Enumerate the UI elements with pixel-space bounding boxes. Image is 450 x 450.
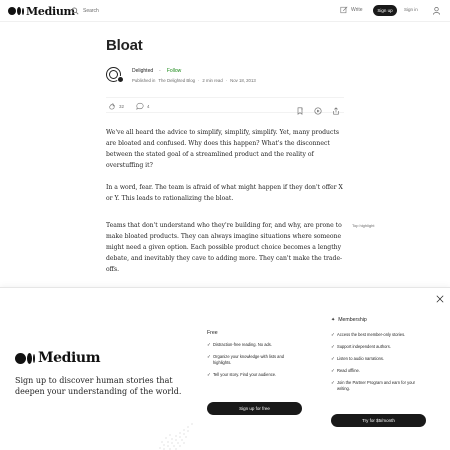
bookmark-icon xyxy=(297,107,303,115)
close-icon[interactable] xyxy=(436,295,444,303)
clap-button[interactable]: 32 xyxy=(108,102,124,110)
membership-plan: ✦ Membership ✓ Access the best member-onl… xyxy=(331,317,427,392)
star-icon: ✦ xyxy=(331,317,336,323)
author-name[interactable]: Delighted xyxy=(132,68,153,74)
share-icon xyxy=(333,107,339,115)
top-nav: Medium Write Sign up Sign in xyxy=(0,0,450,22)
membership-feature: ✓ Listen to audio narrations. xyxy=(331,356,385,361)
article-actions-bar: 32 4 xyxy=(106,97,344,115)
signin-link[interactable]: Sign in xyxy=(404,7,418,12)
signup-free-button[interactable]: Sign up for free xyxy=(207,402,302,415)
search-input[interactable] xyxy=(83,7,163,14)
signup-button[interactable]: Sign up xyxy=(373,5,397,16)
decorative-dots xyxy=(159,423,193,450)
membership-plan-title: Membership xyxy=(338,317,367,323)
listen-button[interactable] xyxy=(314,102,322,120)
search-box[interactable] xyxy=(68,3,168,18)
free-feature: ✓ Organize your knowledge with lists and … xyxy=(207,354,284,365)
free-plan-title: Free xyxy=(207,330,218,336)
user-icon[interactable] xyxy=(432,6,441,15)
medium-logo-mark xyxy=(8,7,24,15)
membership-button[interactable]: Try for $5/month xyxy=(331,414,426,427)
author-line: Delighted · Follow xyxy=(132,68,182,74)
write-icon xyxy=(340,6,348,14)
search-icon xyxy=(71,7,79,14)
top-highlight-label: Top highlight xyxy=(352,223,375,228)
response-count: 4 xyxy=(147,103,150,109)
comment-icon xyxy=(136,102,144,110)
write-button[interactable]: Write xyxy=(340,6,363,14)
modal-logo-text: Medium xyxy=(38,350,101,366)
publication-link[interactable]: The Delighted Blog xyxy=(158,78,195,83)
share-button[interactable] xyxy=(332,102,340,120)
responses-button[interactable]: 4 xyxy=(136,102,150,110)
membership-feature: ✓ Join the Partner Program and earn for y… xyxy=(331,380,416,391)
article-paragraph: Teams that don't understand who they're … xyxy=(106,222,343,273)
modal-tagline: Sign up to discover human stories that d… xyxy=(15,376,182,396)
publication-line: Published in The Delighted Blog · 2 min … xyxy=(132,78,256,83)
article-paragraph: We've all heard the advice to simplify, … xyxy=(106,129,339,169)
article-title: Bloat xyxy=(106,37,143,54)
publication-avatar[interactable] xyxy=(117,76,124,83)
membership-feature: ✓ Access the best member-only stories. xyxy=(331,332,406,337)
free-plan: Free ✓ Distraction-free reading. No ads. … xyxy=(207,330,303,378)
published-in-label: Published in xyxy=(132,78,156,83)
free-feature: ✓ Distraction-free reading. No ads. xyxy=(207,342,272,347)
read-time: 2 min read xyxy=(202,78,223,83)
signup-modal: Medium Sign up to discover human stories… xyxy=(0,287,450,450)
write-label: Write xyxy=(351,7,363,13)
membership-feature: ✓ Read offline. xyxy=(331,368,360,373)
modal-logo: Medium xyxy=(15,350,101,366)
clap-count: 32 xyxy=(119,103,125,109)
clap-icon xyxy=(109,103,115,110)
play-icon xyxy=(314,107,322,115)
publish-date: Nov 18, 2013 xyxy=(230,78,256,83)
membership-feature: ✓ Support independent authors. xyxy=(331,344,391,349)
article-paragraph: In a word, fear. The team is afraid of w… xyxy=(106,184,343,202)
medium-logo[interactable]: Medium xyxy=(8,4,75,18)
follow-link[interactable]: Follow xyxy=(167,68,181,74)
free-feature: ✓ Tell your story. Find your audience. xyxy=(207,372,277,377)
bookmark-button[interactable] xyxy=(296,102,304,120)
